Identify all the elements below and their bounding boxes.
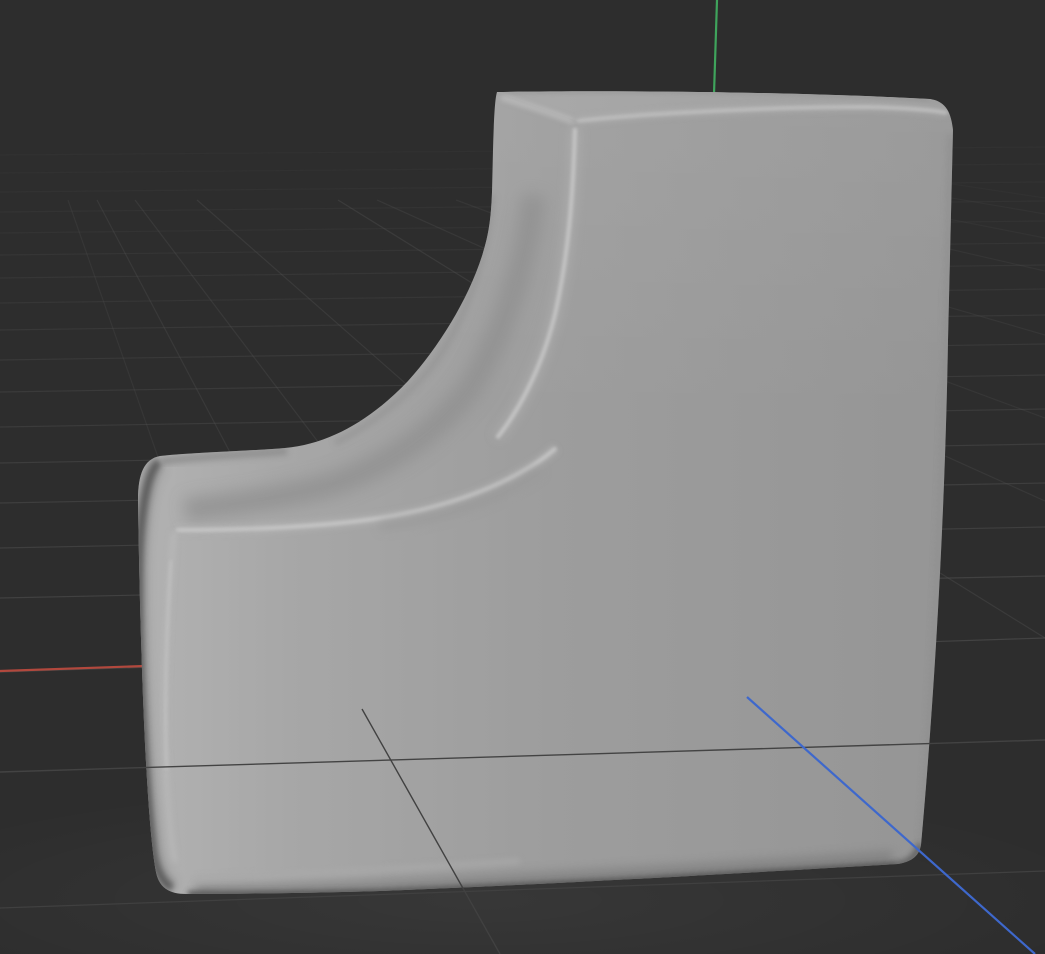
viewport-canvas	[0, 0, 1045, 954]
viewport-3d[interactable]	[0, 0, 1045, 954]
